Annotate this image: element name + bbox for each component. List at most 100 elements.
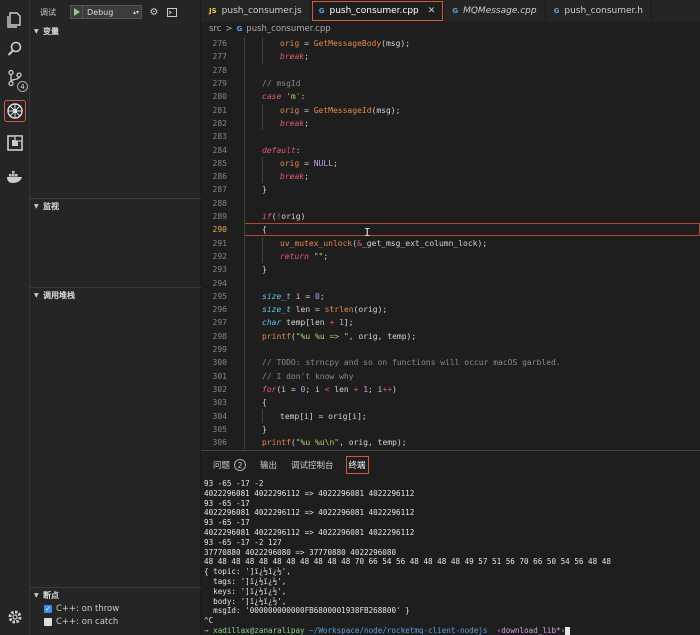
- code-line[interactable]: 301 // I don't know why: [201, 370, 700, 383]
- line-number: 283: [212, 132, 227, 142]
- code-text: orig = NULL;: [280, 158, 338, 168]
- debug-config-value: Debug: [87, 7, 114, 17]
- close-icon[interactable]: ✕: [428, 6, 436, 16]
- tab-push-consumer-cpp[interactable]: G push_consumer.cpp ✕: [310, 0, 445, 22]
- tab-label: 问题: [213, 461, 231, 471]
- debug-console-icon[interactable]: [166, 6, 178, 18]
- code-line[interactable]: 276 orig = GetMessageBody(msg);: [201, 37, 700, 50]
- terminal-line: ^C: [204, 616, 214, 626]
- source-control-icon[interactable]: 4: [4, 67, 28, 92]
- tab-mqmessage-cpp[interactable]: G MQMessage.cpp: [444, 0, 546, 22]
- code-line[interactable]: 277 break;: [201, 50, 700, 63]
- terminal-line: keys: ']ï¿½ï¿½',: [204, 586, 287, 596]
- code-line[interactable]: 285 orig = NULL;: [201, 157, 700, 170]
- terminal-line: body: ']ï¿½ï¿½',: [204, 596, 287, 606]
- code-line[interactable]: 291 uv_mutex_unlock(&_get_msg_ext_column_…: [201, 237, 700, 250]
- callstack-title: 调用堆栈: [43, 290, 75, 300]
- tab-problems[interactable]: 问题 2: [211, 456, 248, 474]
- code-line[interactable]: 288: [201, 197, 700, 210]
- debug-icon[interactable]: [4, 100, 26, 122]
- code-line[interactable]: 295 size_t i = 0;: [201, 290, 700, 303]
- expand-triangle-icon: ▼: [34, 27, 39, 35]
- settings-gear-icon[interactable]: [4, 606, 26, 628]
- checkbox-unchecked-icon[interactable]: [44, 617, 52, 626]
- line-number: 289: [212, 212, 227, 222]
- terminal-output[interactable]: 93 -65 -17 -2 4022296081 4022296112 => 40…: [204, 479, 698, 635]
- code-line[interactable]: 289 if(!orig): [201, 210, 700, 223]
- gear-icon[interactable]: ⚙: [148, 6, 160, 18]
- line-number: 297: [212, 318, 227, 328]
- line-number: 290: [212, 225, 227, 235]
- tab-debug-console[interactable]: 调试控制台: [289, 456, 336, 474]
- code-line[interactable]: 279 // msgId: [201, 77, 700, 90]
- line-number: 302: [212, 384, 227, 394]
- code-text: {: [262, 398, 267, 408]
- variables-header[interactable]: ▼ 变量: [30, 24, 201, 38]
- problems-badge: 2: [234, 459, 247, 471]
- line-number: 286: [212, 172, 227, 182]
- tab-terminal[interactable]: 终端: [345, 456, 369, 474]
- bottom-panel: 问题 2 输出 调试控制台 终端 93 -65 -17 -2 4022296081…: [201, 450, 700, 635]
- expand-triangle-icon: ▼: [34, 291, 39, 299]
- line-number: 295: [212, 291, 227, 301]
- code-line[interactable]: 302 for(i = 0; i < len + 1; i++): [201, 383, 700, 396]
- code-line[interactable]: 293}: [201, 263, 700, 276]
- code-line[interactable]: 284 default:: [201, 143, 700, 156]
- code-line[interactable]: 298 printf("%u %u => ", orig, temp);: [201, 330, 700, 343]
- search-icon[interactable]: [4, 38, 26, 60]
- code-line[interactable]: 304 temp[i] = orig[i];: [201, 409, 700, 422]
- line-number: 288: [212, 198, 227, 208]
- code-line[interactable]: 281 orig = GetMessageId(msg);: [201, 104, 700, 117]
- code-line[interactable]: 296 size_t len = strlen(orig);: [201, 303, 700, 316]
- explorer-icon[interactable]: [4, 9, 26, 31]
- callstack-section: ▼ 调用堆栈: [30, 288, 201, 302]
- docker-icon[interactable]: [4, 166, 26, 188]
- breakpoints-header[interactable]: ▼ 断点: [30, 588, 201, 602]
- extensions-icon[interactable]: [4, 132, 26, 154]
- line-number: 276: [212, 39, 227, 49]
- watch-header[interactable]: ▼ 监视: [30, 199, 201, 213]
- breadcrumb-file[interactable]: push_consumer.cpp: [246, 24, 330, 34]
- code-text: break;: [280, 118, 309, 128]
- line-number: 280: [212, 92, 227, 102]
- prompt-user: xadillax@zanaralipay: [213, 625, 310, 635]
- code-line[interactable]: 278: [201, 64, 700, 77]
- code-line[interactable]: 299: [201, 343, 700, 356]
- code-text: }: [262, 424, 267, 434]
- terminal-prompt[interactable]: → xadillax@zanaralipay ~/Workspace/node/…: [204, 626, 698, 635]
- debug-config-select[interactable]: Debug ▴▾: [70, 5, 142, 19]
- code-editor[interactable]: 276 orig = GetMessageBody(msg); 277 break; 2…: [201, 36, 700, 450]
- breakpoint-item[interactable]: ✓ C++: on throw: [30, 602, 201, 615]
- code-line[interactable]: 282 break;: [201, 117, 700, 130]
- debug-sidebar: 调试 Debug ▴▾ ⚙ ▼ 变量 ▼ 监视 ▼ 调用堆栈 ▼ 断点 ✓ C+…: [30, 0, 201, 635]
- start-debugging-icon[interactable]: [71, 6, 83, 18]
- checkbox-checked-icon[interactable]: ✓: [44, 604, 52, 613]
- line-number: 296: [212, 305, 227, 315]
- breakpoints-title: 断点: [43, 590, 59, 600]
- debug-toolbar: 调试 Debug ▴▾ ⚙: [30, 0, 201, 24]
- code-line[interactable]: 283: [201, 130, 700, 143]
- tab-label: push_consumer.cpp: [329, 6, 419, 16]
- callstack-header[interactable]: ▼ 调用堆栈: [30, 288, 201, 302]
- code-line[interactable]: 292 return "";: [201, 250, 700, 263]
- code-line[interactable]: 280 case 'm':: [201, 90, 700, 103]
- tab-output[interactable]: 输出: [258, 456, 279, 474]
- code-line[interactable]: 286 break;: [201, 170, 700, 183]
- tab-label: 终端: [348, 461, 366, 471]
- terminal-line: 4022296081 4022296112 => 4022296081 4022…: [204, 527, 415, 537]
- code-line[interactable]: 306 printf("%u %u\n", orig, temp);: [201, 436, 700, 449]
- code-line[interactable]: 287}: [201, 183, 700, 196]
- code-line[interactable]: 297 char temp[len + 1];: [201, 316, 700, 329]
- code-line[interactable]: 305}: [201, 423, 700, 436]
- breakpoint-item[interactable]: C++: on catch: [30, 615, 201, 628]
- line-number: 287: [212, 185, 227, 195]
- code-line[interactable]: 294: [201, 276, 700, 289]
- line-number: 301: [212, 371, 227, 381]
- tab-push-consumer-js[interactable]: JS push_consumer.js: [201, 0, 311, 22]
- breadcrumb-folder[interactable]: src: [209, 24, 221, 34]
- breadcrumb: src > G push_consumer.cpp: [201, 22, 700, 36]
- code-line[interactable]: 300 // TODO: strncpy and so on functions …: [201, 356, 700, 369]
- code-line[interactable]: 303 {: [201, 396, 700, 409]
- chevron-updown-icon: ▴▾: [133, 8, 140, 16]
- tab-push-consumer-h[interactable]: G push_consumer.h: [546, 0, 652, 22]
